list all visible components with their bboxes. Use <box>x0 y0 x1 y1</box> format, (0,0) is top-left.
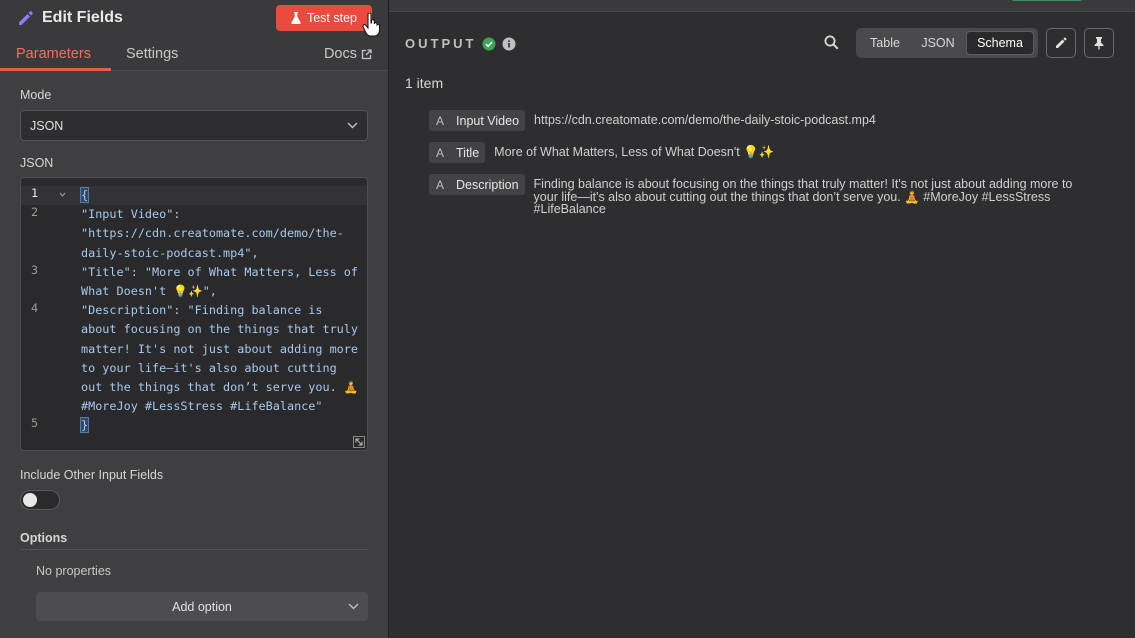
edit-icon <box>1056 37 1067 48</box>
parameters-body: Mode JSON JSON 1 { 2 "Input Video": "htt… <box>0 71 388 638</box>
line-number: 3 <box>31 263 39 277</box>
code-text: "Title": "More of What Matters, Less of … <box>81 265 366 299</box>
field-name: Description <box>456 177 519 192</box>
field-name-pill[interactable]: A Input Video <box>429 110 526 131</box>
code-text: } <box>79 417 90 433</box>
node-parameters-panel: Edit Fields Test step Parameters Setting… <box>0 0 388 638</box>
output-panel: OUTPUT Table JSON Schema 1 item A Input … <box>389 12 1135 638</box>
options-label: Options <box>20 531 68 545</box>
string-type-icon: A <box>436 177 445 192</box>
chevron-down-icon <box>347 122 358 129</box>
add-option-button[interactable]: Add option <box>36 592 368 621</box>
chevron-down-icon <box>348 603 359 610</box>
json-code-editor[interactable]: 1 { 2 "Input Video": "https://cdn.creato… <box>20 177 368 451</box>
docs-link[interactable]: Docs <box>324 46 372 62</box>
line-number: 2 <box>31 205 39 219</box>
schema-field-row: A Input Video https://cdn.creatomate.com… <box>429 110 876 131</box>
edit-output-button[interactable] <box>1046 28 1076 58</box>
code-text: "Input Video": "https://cdn.creatomate.c… <box>81 207 344 260</box>
line-number: 4 <box>31 301 39 315</box>
resize-icon[interactable] <box>353 436 365 448</box>
add-option-label: Add option <box>172 599 232 614</box>
line-number: 1 <box>31 186 39 200</box>
top-green-edge <box>1012 0 1082 1</box>
check-circle-icon <box>482 37 496 50</box>
field-name-pill[interactable]: A Description <box>429 174 525 195</box>
hand-cursor-icon <box>362 13 380 37</box>
options-divider <box>20 549 368 550</box>
tab-parameters[interactable]: Parameters <box>16 46 91 62</box>
pin-data-button[interactable] <box>1084 28 1114 58</box>
test-step-button[interactable]: Test step <box>276 5 372 31</box>
fold-chevron-icon[interactable] <box>59 192 66 197</box>
field-name: Input Video <box>456 113 520 128</box>
schema-field-row: A Description Finding balance is about f… <box>429 174 1094 216</box>
view-switcher: Table JSON Schema <box>856 28 1038 58</box>
mode-value: JSON <box>30 118 64 133</box>
line-number: 5 <box>31 416 39 430</box>
field-value: More of What Matters, Less of What Doesn… <box>494 145 775 159</box>
toggle-knob <box>23 493 37 507</box>
field-name: Title <box>456 145 480 160</box>
string-type-icon: A <box>436 145 445 160</box>
string-type-icon: A <box>436 113 445 128</box>
pencil-icon <box>19 11 33 25</box>
include-other-fields-toggle[interactable] <box>20 490 60 510</box>
top-strip <box>389 0 1135 12</box>
external-link-icon <box>361 48 372 59</box>
flask-icon <box>291 12 301 24</box>
mode-label: Mode <box>20 88 52 102</box>
panel-header: Edit Fields Test step Parameters Setting… <box>0 0 388 71</box>
output-title-row: OUTPUT <box>405 36 516 51</box>
node-title-row: Edit Fields <box>16 6 123 30</box>
field-value: https://cdn.creatomate.com/demo/the-dail… <box>534 113 876 127</box>
panel-tabs: Parameters Settings Docs <box>0 38 388 71</box>
code-text: { <box>79 187 90 203</box>
code-text: "Description": "Finding balance is about… <box>81 303 366 414</box>
field-name-pill[interactable]: A Title <box>429 142 486 163</box>
view-json-button[interactable]: JSON <box>913 31 963 55</box>
field-value: Finding balance is about focusing on the… <box>533 177 1073 216</box>
tab-settings[interactable]: Settings <box>126 46 178 62</box>
view-schema-button[interactable]: Schema <box>966 31 1034 55</box>
schema-field-row: A Title More of What Matters, Less of Wh… <box>429 142 774 163</box>
node-title[interactable]: Edit Fields <box>42 9 123 27</box>
info-icon[interactable] <box>502 37 516 51</box>
search-icon[interactable] <box>824 35 839 50</box>
include-other-fields-label: Include Other Input Fields <box>20 468 164 482</box>
mode-select[interactable]: JSON <box>20 110 368 141</box>
test-step-label: Test step <box>306 11 358 25</box>
output-title: OUTPUT <box>405 36 477 51</box>
view-table-button[interactable]: Table <box>860 31 910 55</box>
item-count: 1 item <box>405 75 444 91</box>
docs-label: Docs <box>323 46 357 62</box>
pin-icon <box>1094 37 1104 50</box>
no-properties-text: No properties <box>36 564 112 578</box>
json-label: JSON <box>20 156 54 170</box>
